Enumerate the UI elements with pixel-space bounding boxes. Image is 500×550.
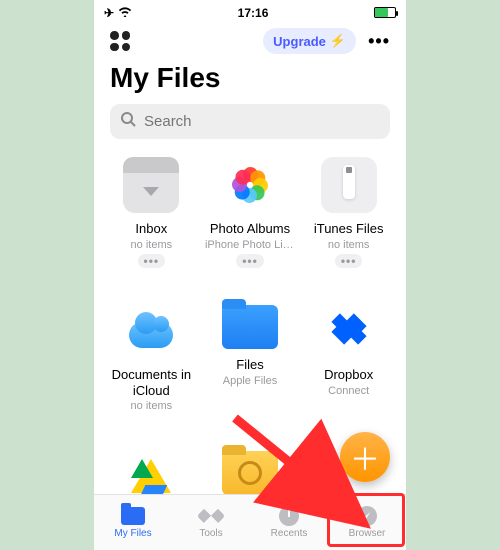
tile-more-icon[interactable]: ••• [138, 254, 166, 268]
tile-sub: Connect [328, 385, 369, 397]
tile-name: Photo Albums [210, 221, 290, 237]
tile-name: Inbox [135, 221, 167, 237]
tile-more-icon[interactable]: ••• [236, 254, 264, 268]
tile-gdrive[interactable] [104, 445, 199, 494]
tile-more-icon[interactable]: ••• [335, 254, 363, 268]
tab-label: My Files [114, 528, 151, 539]
tile-inbox[interactable]: Inbox no items ••• [104, 153, 199, 293]
tab-label: Tools [199, 528, 222, 539]
tile-itunes[interactable]: iTunes Files no items ••• [301, 153, 396, 293]
upgrade-button[interactable]: Upgrade ⚡ [263, 28, 356, 54]
battery-icon [374, 7, 396, 18]
tab-my-files[interactable]: My Files [94, 495, 172, 550]
tile-downloads[interactable] [203, 445, 298, 494]
app-menu-icon[interactable] [110, 31, 130, 51]
downloads-folder-icon [222, 451, 278, 494]
upgrade-label: Upgrade [273, 34, 326, 49]
tile-sub: no items [131, 400, 173, 412]
tile-photo-albums[interactable]: Photo Albums iPhone Photo Libra... ••• [203, 153, 298, 293]
tab-bar: My Files Tools Recents Browser [94, 494, 406, 550]
icloud-icon [123, 303, 179, 359]
compass-icon [357, 506, 377, 526]
tile-dropbox[interactable]: Dropbox Connect [301, 299, 396, 439]
add-button[interactable]: ＋ [340, 432, 390, 482]
tile-sub: iPhone Photo Libra... [205, 239, 295, 251]
dropbox-icon [321, 303, 377, 359]
search-input[interactable] [144, 113, 380, 130]
tile-sub: no items [328, 239, 370, 251]
status-time: 17:16 [238, 6, 269, 20]
page-title: My Files [94, 58, 406, 104]
tab-label: Recents [271, 528, 308, 539]
files-icon [222, 305, 278, 349]
tile-name: Dropbox [324, 367, 373, 383]
tile-name: Files [236, 357, 263, 373]
tab-tools[interactable]: Tools [172, 495, 250, 550]
bolt-icon: ⚡ [330, 33, 346, 49]
inbox-icon [123, 157, 179, 213]
tab-recents[interactable]: Recents [250, 495, 328, 550]
search-bar[interactable] [110, 104, 390, 139]
wifi-icon [118, 6, 132, 20]
tile-sub: no items [131, 239, 173, 251]
photos-icon [222, 157, 278, 213]
tile-files[interactable]: Files Apple Files [203, 299, 298, 439]
gdrive-icon [123, 449, 179, 494]
status-bar: ✈︎ 17:16 [94, 0, 406, 22]
itunes-icon [321, 157, 377, 213]
tile-icloud[interactable]: Documents in iCloud no items [104, 299, 199, 439]
airplane-icon: ✈︎ [104, 6, 114, 20]
phone-frame: ✈︎ 17:16 Upgrade ⚡ ••• My Files [94, 0, 406, 550]
clock-icon [279, 506, 299, 526]
tab-label: Browser [349, 528, 386, 539]
search-icon [120, 111, 136, 132]
tile-name: iTunes Files [314, 221, 384, 237]
top-nav: Upgrade ⚡ ••• [94, 22, 406, 58]
folder-icon [121, 507, 145, 525]
tab-browser[interactable]: Browser [328, 495, 406, 550]
tile-sub: Apple Files [223, 375, 277, 387]
tile-name: Documents in iCloud [106, 367, 196, 398]
more-icon[interactable]: ••• [368, 31, 390, 52]
tools-icon [197, 502, 225, 530]
plus-icon: ＋ [350, 435, 380, 479]
